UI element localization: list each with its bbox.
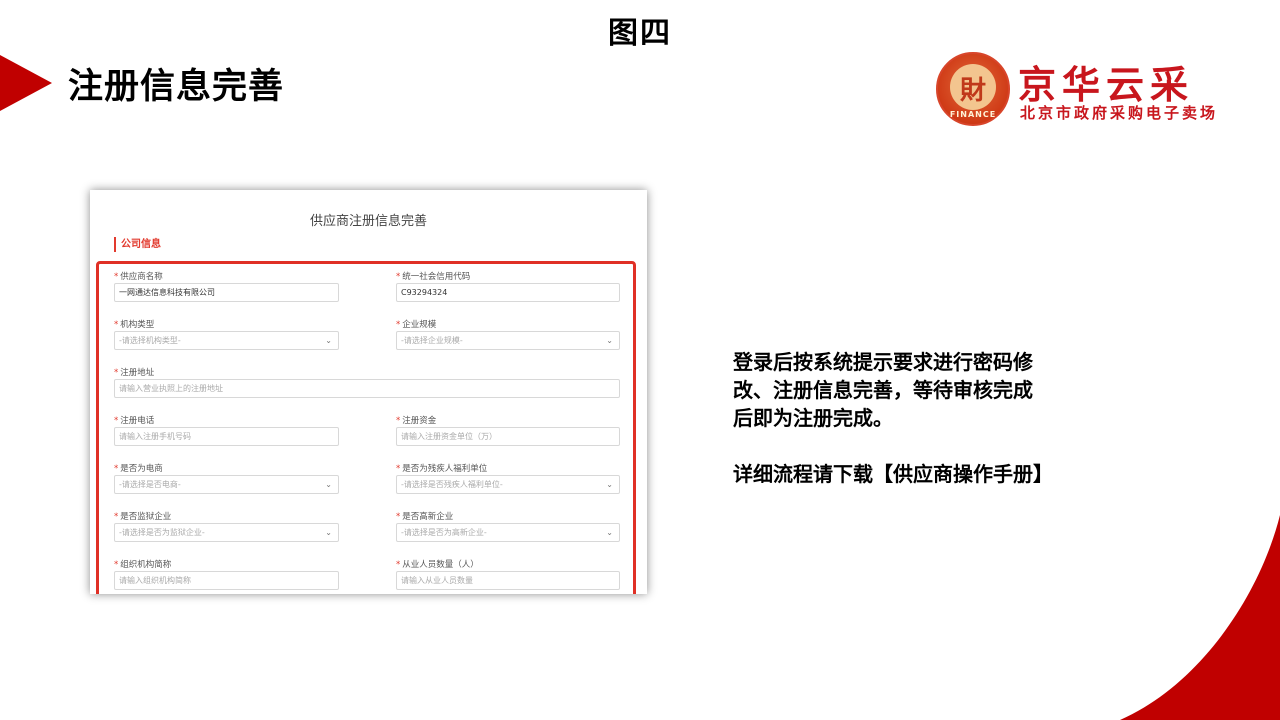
form-title: 供应商注册信息完善 bbox=[309, 214, 427, 229]
chevron-down-icon: ⌄ bbox=[606, 336, 613, 345]
field-label: 注册资金 bbox=[402, 416, 437, 426]
chevron-down-icon: ⌄ bbox=[325, 528, 332, 537]
field-label: 注册地址 bbox=[120, 368, 155, 378]
chevron-down-icon: ⌄ bbox=[325, 336, 332, 345]
employee-count-input[interactable]: 请输入从业人员数量 bbox=[396, 571, 620, 590]
chevron-down-icon: ⌄ bbox=[606, 528, 613, 537]
seal-text: FINANCE bbox=[949, 110, 997, 119]
registration-form-screenshot: 供应商注册信息完善 公司信息 * 供应商名称 一网通达信息科技有限公司 * 统一社会… bbox=[90, 190, 647, 594]
instruction-text: 登录后按系统提示要求进行密码修 改、注册信息完善，等待审核完成 后即为注册完成。… bbox=[733, 348, 1153, 488]
field-label: 统一社会信用代码 bbox=[402, 272, 471, 282]
field-label: 从业人员数量（人） bbox=[402, 560, 479, 570]
field-label: 是否为电商 bbox=[120, 464, 163, 474]
company-size-select[interactable]: -请选择企业规模- ⌄ bbox=[396, 331, 620, 350]
section-company-info: 公司信息 bbox=[114, 237, 161, 252]
download-manual-text: 详细流程请下载【供应商操作手册】 bbox=[733, 462, 1053, 486]
logo-title: 京华云采 bbox=[1018, 62, 1195, 107]
field-label: 企业规模 bbox=[402, 320, 437, 330]
high-tech-select[interactable]: -请选择是否为高新企业- ⌄ bbox=[396, 523, 620, 542]
org-short-name-input[interactable]: 请输入组织机构简称 bbox=[114, 571, 339, 590]
field-label: 是否高新企业 bbox=[402, 512, 454, 522]
chevron-down-icon: ⌄ bbox=[606, 480, 613, 489]
reg-address-input[interactable]: 请输入营业执照上的注册地址 bbox=[114, 379, 620, 398]
heading-triangle-marker bbox=[0, 55, 52, 111]
credit-code-input[interactable]: C93294324 bbox=[396, 283, 620, 302]
field-label: 供应商名称 bbox=[120, 272, 163, 282]
instruction-line: 登录后按系统提示要求进行密码修 bbox=[733, 350, 1033, 374]
prison-enterprise-select[interactable]: -请选择是否为监狱企业- ⌄ bbox=[114, 523, 339, 542]
disability-welfare-select[interactable]: -请选择是否残疾人福利单位- ⌄ bbox=[396, 475, 620, 494]
reg-capital-input[interactable]: 请输入注册资金单位（万） bbox=[396, 427, 620, 446]
field-label: 机构类型 bbox=[120, 320, 155, 330]
chevron-down-icon: ⌄ bbox=[325, 480, 332, 489]
reg-phone-input[interactable]: 请输入注册手机号码 bbox=[114, 427, 339, 446]
field-label: 组织机构简称 bbox=[120, 560, 172, 570]
jinghua-logo: 財 FINANCE 京华云采 北京市政府采购电子卖场 bbox=[936, 52, 1246, 126]
ecommerce-select[interactable]: -请选择是否电商- ⌄ bbox=[114, 475, 339, 494]
field-label: 是否监狱企业 bbox=[120, 512, 172, 522]
logo-seal-icon: 財 FINANCE bbox=[936, 52, 1010, 126]
field-label: 是否为残疾人福利单位 bbox=[402, 464, 488, 474]
figure-title: 图四 bbox=[608, 16, 672, 51]
corner-decoration bbox=[1120, 515, 1280, 720]
field-label: 注册电话 bbox=[120, 416, 155, 426]
supplier-name-input[interactable]: 一网通达信息科技有限公司 bbox=[114, 283, 339, 302]
seal-character: 財 bbox=[959, 76, 986, 106]
highlighted-form-area: * 供应商名称 一网通达信息科技有限公司 * 统一社会信用代码 C93294324 … bbox=[96, 261, 636, 594]
logo-subtitle: 北京市政府采购电子卖场 bbox=[1020, 104, 1219, 122]
instruction-line: 后即为注册完成。 bbox=[733, 406, 893, 430]
instruction-line: 改、注册信息完善，等待审核完成 bbox=[733, 378, 1033, 402]
slide-heading: 注册信息完善 bbox=[68, 67, 285, 107]
org-type-select[interactable]: -请选择机构类型- ⌄ bbox=[114, 331, 339, 350]
